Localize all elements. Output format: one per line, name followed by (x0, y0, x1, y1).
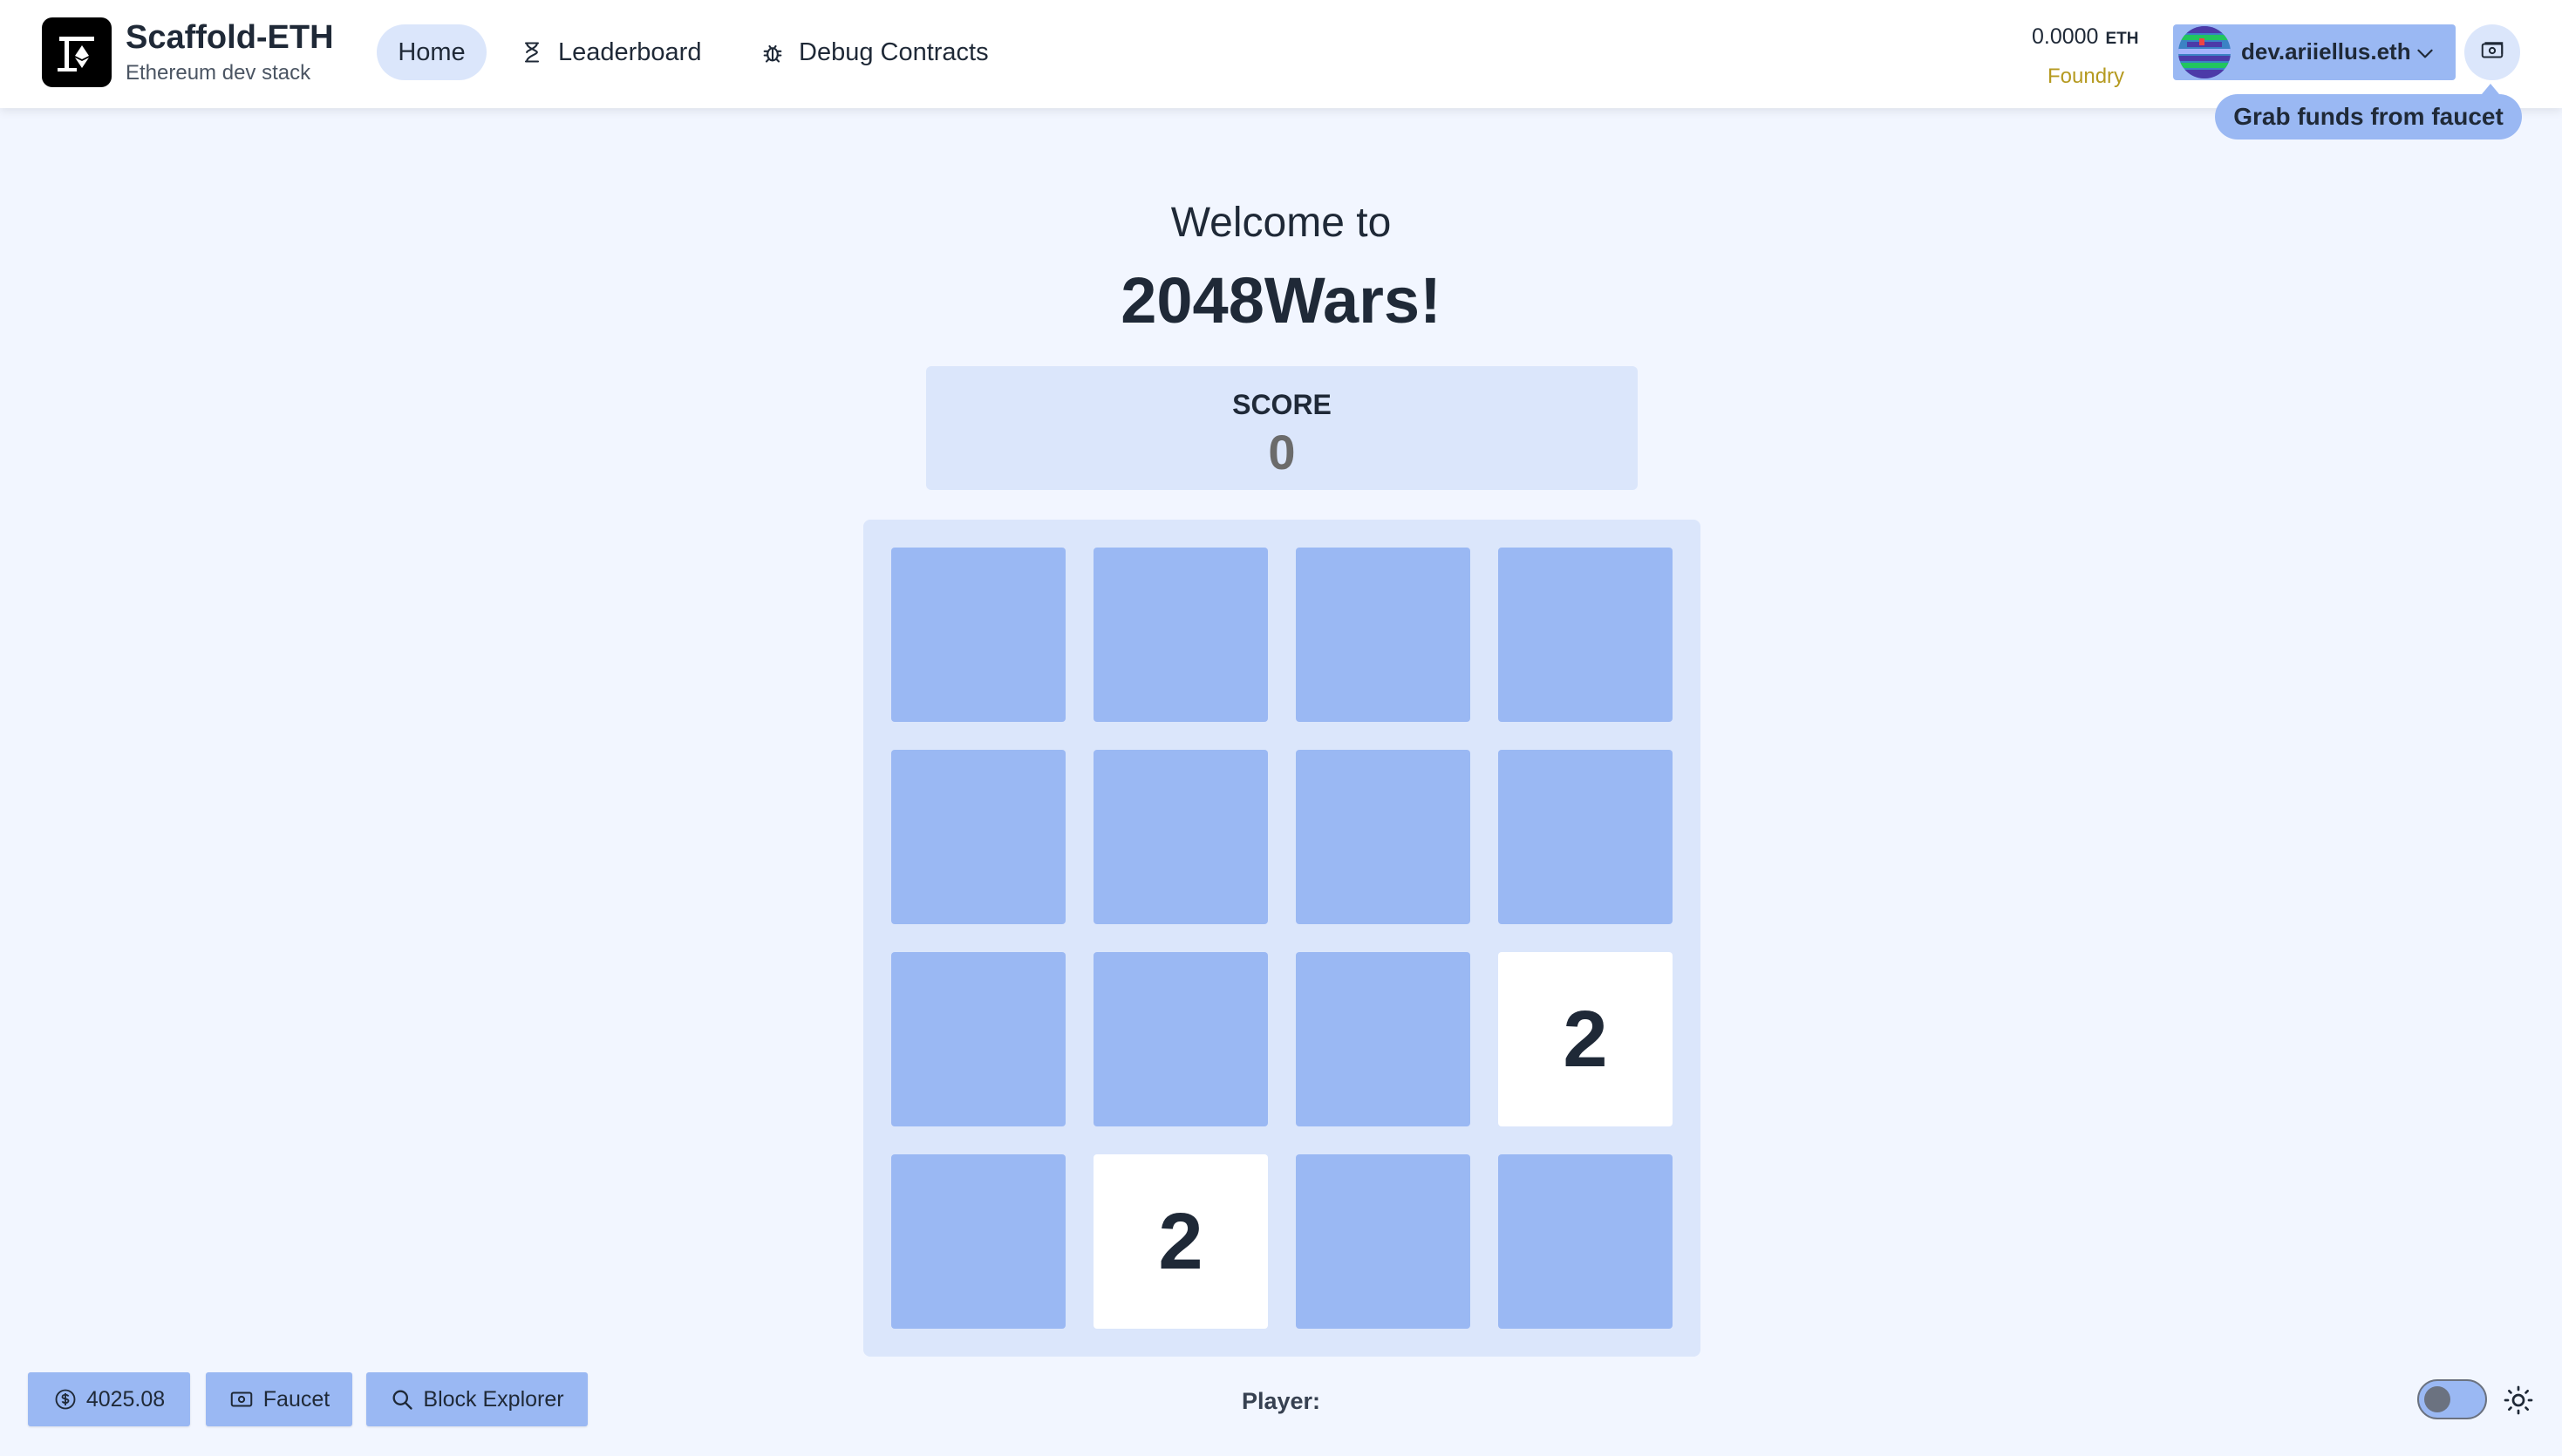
nav-debug-contracts[interactable]: Debug Contracts (738, 24, 1012, 80)
player-label: Player: (1241, 1388, 1321, 1414)
theme-toggle[interactable] (2417, 1379, 2487, 1419)
brand-subtitle: Ethereum dev stack (126, 61, 311, 85)
game-title: 2048Wars! (1121, 264, 1441, 337)
board-tile (891, 548, 1066, 722)
nav-leaderboard-label: Leaderboard (558, 37, 702, 66)
board-tile (1094, 750, 1268, 924)
top-navbar: Scaffold-ETH Ethereum dev stack Home Lea… (0, 0, 2562, 108)
nav-home-label: Home (398, 37, 466, 66)
board-tile (1498, 750, 1673, 924)
faucet-tooltip: Grab funds from faucet (2215, 84, 2522, 139)
board-tile (1094, 952, 1268, 1126)
board-tile (891, 750, 1066, 924)
board-tile (1498, 548, 1673, 722)
eth-balance: 0.0000 ETH (2032, 24, 2138, 50)
nav-debug-label: Debug Contracts (799, 37, 989, 66)
toggle-knob (2424, 1386, 2450, 1412)
brand-title: Scaffold-ETH (126, 19, 334, 56)
chevron-down-icon (2414, 42, 2436, 69)
sun-icon (2503, 1385, 2534, 1420)
eth-balance-unit: ETH (2105, 30, 2139, 48)
game-board[interactable]: 2 2 (863, 520, 1700, 1357)
board-tile (1296, 1154, 1470, 1329)
board-tile (1296, 548, 1470, 722)
board-tile: 2 (1498, 952, 1673, 1126)
score-panel: SCORE 0 (926, 366, 1638, 490)
score-label: SCORE (1232, 389, 1332, 420)
board-tile (891, 952, 1066, 1126)
hourglass-icon (520, 40, 544, 65)
board-tile (1296, 952, 1470, 1126)
nav-leaderboard[interactable]: Leaderboard (497, 24, 724, 80)
banknote-icon (2479, 37, 2505, 68)
account-name: dev.ariiellus.eth (2241, 38, 2411, 65)
board-tile (1498, 1154, 1673, 1329)
nav-home[interactable]: Home (377, 24, 487, 80)
bug-icon (760, 40, 785, 65)
board-tile (1094, 548, 1268, 722)
welcome-text: Welcome to (1170, 200, 1392, 246)
board-tile (891, 1154, 1066, 1329)
account-avatar (2178, 26, 2231, 78)
eth-balance-value: 0.0000 (2032, 24, 2099, 49)
network-name: Foundry (2048, 65, 2125, 88)
faucet-header-button[interactable] (2464, 24, 2520, 80)
score-value: 0 (1268, 425, 1296, 480)
board-tile (1296, 750, 1470, 924)
board-tile: 2 (1094, 1154, 1268, 1329)
scaffold-eth-logo-icon[interactable] (42, 17, 112, 87)
